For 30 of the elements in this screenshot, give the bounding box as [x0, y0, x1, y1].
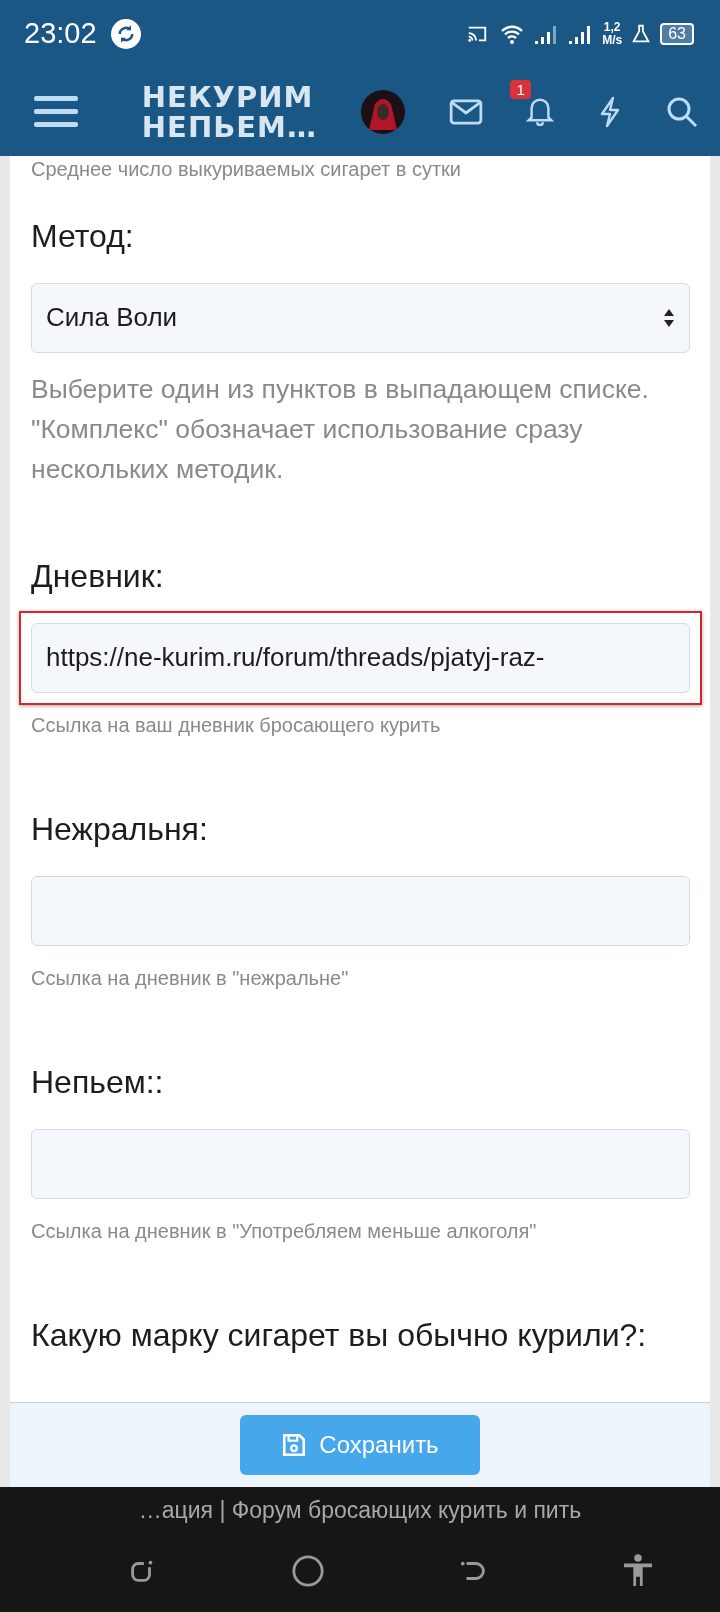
field-label: Нежральня:: [31, 809, 209, 849]
field-label: Дневник:: [31, 556, 165, 596]
help-text: Ссылка на ваш дневник бросающего курить: [31, 712, 442, 738]
avatar[interactable]: [360, 89, 405, 134]
method-select[interactable]: Сила Воли: [31, 282, 690, 353]
notification-badge: 1: [510, 79, 531, 99]
help-text: Ссылка на дневник в "нежральне": [31, 965, 350, 991]
status-time: 23:02: [24, 17, 97, 51]
battery-indicator: 63: [660, 22, 694, 45]
mail-icon[interactable]: [448, 98, 483, 125]
save-icon: [281, 1431, 308, 1458]
search-icon[interactable]: [666, 95, 698, 128]
accessibility-icon[interactable]: [623, 1553, 653, 1588]
hint-text: Среднее число выкуриваемых сигарет в сутки: [31, 156, 463, 181]
site-logo[interactable]: НЕКУРИМ НЕПЬЕМ…: [141, 81, 317, 142]
menu-icon[interactable]: [34, 93, 78, 130]
field-label: Непьем::: [31, 1062, 165, 1102]
speed-unit: M/s: [602, 33, 623, 47]
speed-value: 1,2: [603, 20, 621, 34]
home-icon[interactable]: [291, 1553, 325, 1588]
input-field[interactable]: [31, 875, 690, 946]
sync-icon: [110, 18, 141, 49]
help-text: Ссылка на дневник в "Употребляем меньше алкоголя": [31, 1218, 538, 1244]
field-label: Метод:: [31, 216, 135, 256]
help-text: Выберите один из пунктов в выпадающем списке. "Комплекс" обозначает использование сразу нескольких методик.: [31, 372, 650, 486]
input-field[interactable]: [31, 1128, 690, 1199]
dropdown-icon: [663, 307, 675, 328]
page-title: …ация | Форум бросающих курить и пить: [138, 1496, 582, 1524]
field-label: Какую марку сигарет вы обычно курили?:: [31, 1315, 648, 1355]
input-field[interactable]: https://ne-kurim.ru/forum/threads/pjatyj-raz-: [31, 622, 690, 693]
